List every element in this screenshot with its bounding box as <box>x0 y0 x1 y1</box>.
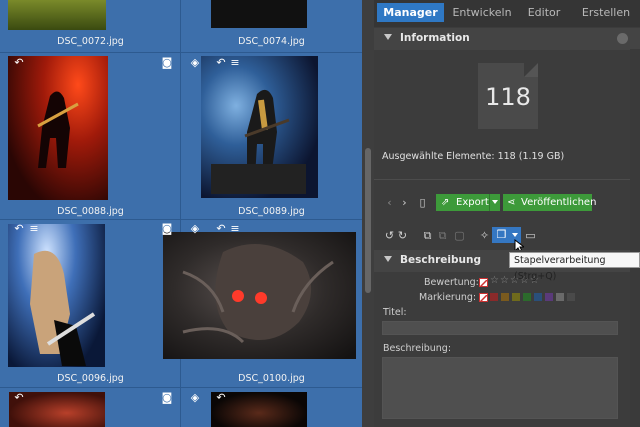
color-label-swatch[interactable] <box>567 293 575 301</box>
file-name: DSC_0074.jpg <box>238 36 305 47</box>
export-label: Export <box>456 197 489 208</box>
concert-photo <box>30 250 96 366</box>
no-rating-icon[interactable] <box>479 278 488 288</box>
no-color-label-icon[interactable] <box>479 293 488 303</box>
magic-icon[interactable]: ✧ <box>478 229 491 242</box>
selected-count: 118 <box>485 83 531 111</box>
color-label-swatch[interactable] <box>556 293 564 301</box>
export-button[interactable]: ⇗ Export <box>436 194 500 211</box>
color-label-swatch[interactable] <box>534 293 542 301</box>
color-label-swatch[interactable] <box>523 293 531 301</box>
thumbnail-image[interactable] <box>8 56 108 200</box>
description-title: Beschreibung <box>400 254 481 266</box>
copy-icon[interactable]: ⧉ <box>421 229 434 242</box>
adjustments-icon[interactable]: ≡ <box>229 57 241 69</box>
thumbnail-image[interactable] <box>201 56 318 198</box>
batch-icon: ❒ <box>496 228 507 241</box>
grid-row-divider <box>0 219 362 220</box>
previous-icon[interactable]: ‹ <box>383 196 396 209</box>
color-label-swatch[interactable] <box>501 293 509 301</box>
delete-icon[interactable]: ▯ <box>416 196 429 209</box>
undo-icon[interactable]: ↶ <box>215 57 227 69</box>
app-window: DSC_0072.jpg DSC_0074.jpg ↶ ◙ ◈ ↶ ≡ DSC_… <box>0 0 640 427</box>
concert-photo <box>211 89 306 194</box>
paste-icon[interactable]: ⧉ <box>436 229 449 242</box>
thumbnail-image[interactable] <box>211 0 307 28</box>
collapse-arrow-icon[interactable] <box>384 34 392 40</box>
star-icon[interactable]: ☆ <box>500 275 510 286</box>
undo-icon[interactable]: ↶ <box>215 392 227 404</box>
camera-icon[interactable]: ◙ <box>161 223 173 235</box>
tab-manager[interactable]: Manager <box>377 3 444 22</box>
grid-row-divider <box>0 52 362 53</box>
top-navigation: Manager Entwickeln Editor Erstellen <box>374 0 640 27</box>
thumbnail-image[interactable] <box>163 232 356 359</box>
tag-icon[interactable]: ◈ <box>189 57 201 69</box>
paste-settings-icon[interactable]: ▢ <box>453 229 466 242</box>
collapse-arrow-icon[interactable] <box>384 256 392 262</box>
description-textarea[interactable] <box>382 357 618 419</box>
batch-processing-tooltip: Stapelverarbeitung (Strg+Q) <box>509 252 640 282</box>
rotate-left-icon[interactable]: ↺ <box>383 229 396 242</box>
chevron-down-icon[interactable] <box>512 233 518 237</box>
tab-entwickeln[interactable]: Entwickeln <box>450 3 514 22</box>
file-name: DSC_0089.jpg <box>238 206 305 217</box>
scrollbar-thumb[interactable] <box>365 148 371 293</box>
thumbnail-image[interactable] <box>8 0 106 30</box>
close-section-icon[interactable] <box>617 33 628 44</box>
color-label-swatches <box>490 293 590 302</box>
description-label: Beschreibung: <box>383 343 452 354</box>
color-label-swatch[interactable] <box>490 293 498 301</box>
grid-scrollbar[interactable] <box>362 0 374 427</box>
undo-icon[interactable]: ↶ <box>215 223 227 235</box>
concert-photo <box>37 91 79 168</box>
file-name: DSC_0096.jpg <box>57 373 124 384</box>
title-input[interactable] <box>382 321 618 335</box>
artwork-photo <box>182 244 334 344</box>
star-icon[interactable]: ☆ <box>490 275 500 286</box>
tag-icon[interactable]: ◈ <box>189 392 201 404</box>
right-panel: Information 118 Ausgewählte Elemente: 11… <box>374 27 640 427</box>
next-icon[interactable]: › <box>398 196 411 209</box>
export-dropdown-arrow[interactable] <box>489 194 500 211</box>
information-title: Information <box>400 32 470 44</box>
undo-icon[interactable]: ↶ <box>13 57 25 69</box>
camera-icon[interactable]: ◙ <box>161 392 173 404</box>
file-name: DSC_0072.jpg <box>57 36 124 47</box>
title-label: Titel: <box>383 307 407 318</box>
information-section-header[interactable]: Information <box>374 28 640 50</box>
camera-icon[interactable]: ◙ <box>161 57 173 69</box>
divider <box>374 179 640 180</box>
file-name: DSC_0100.jpg <box>238 373 305 384</box>
color-label-swatch[interactable] <box>545 293 553 301</box>
grid-row-divider <box>0 387 362 388</box>
publish-label: Veröffentlichen <box>521 197 597 208</box>
thumbnail-image[interactable] <box>8 224 105 367</box>
rating-label: Bewertung: <box>424 277 479 288</box>
export-icon: ⇗ <box>441 197 450 208</box>
selection-summary: Ausgewählte Elemente: 118 (1.19 GB) <box>382 151 565 162</box>
thumbnail-grid: DSC_0072.jpg DSC_0074.jpg ↶ ◙ ◈ ↶ ≡ DSC_… <box>0 0 362 427</box>
tag-icon[interactable]: ◈ <box>189 223 201 235</box>
rotate-right-icon[interactable]: ↻ <box>396 229 409 242</box>
marking-label: Markierung: <box>419 292 477 303</box>
tab-erstellen[interactable]: Erstellen <box>578 3 634 22</box>
publish-button[interactable]: ⋖ Veröffentlichen <box>503 194 596 211</box>
tab-editor[interactable]: Editor <box>522 3 566 22</box>
color-label-swatch[interactable] <box>512 293 520 301</box>
share-icon: ⋖ <box>507 197 516 208</box>
comment-icon[interactable]: ▭ <box>524 229 537 242</box>
undo-icon[interactable]: ↶ <box>13 392 25 404</box>
file-name: DSC_0088.jpg <box>57 206 124 217</box>
adjustments-icon[interactable]: ≡ <box>28 223 40 235</box>
adjustments-icon[interactable]: ≡ <box>229 223 241 235</box>
undo-icon[interactable]: ↶ <box>13 223 25 235</box>
panel-scrollbar[interactable] <box>630 49 640 427</box>
